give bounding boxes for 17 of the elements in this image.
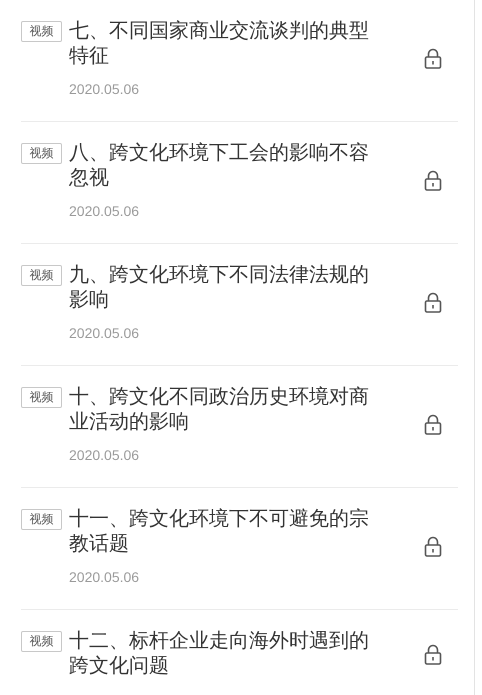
- lesson-date: 2020.05.06: [69, 81, 140, 98]
- video-tag: 视频: [21, 265, 62, 286]
- lesson-title[interactable]: 十二、标杆企业走向海外时遇到的跨文化问题: [69, 629, 375, 679]
- lesson-date: 2020.05.06: [69, 203, 140, 220]
- lesson-title[interactable]: 八、跨文化环境下工会的影响不容忽视: [69, 141, 375, 191]
- video-tag: 视频: [21, 21, 62, 42]
- lesson-title[interactable]: 九、跨文化环境下不同法律法规的影响: [69, 263, 375, 313]
- lesson-title[interactable]: 十、跨文化不同政治历史环境对商业活动的影响: [69, 385, 375, 435]
- lesson-title[interactable]: 七、不同国家商业交流谈判的典型特征: [69, 19, 375, 69]
- lesson-title[interactable]: 十一、跨文化环境下不可避免的宗教话题: [69, 507, 375, 557]
- lesson-date: 2020.05.06: [69, 325, 140, 342]
- video-tag: 视频: [21, 631, 62, 652]
- video-tag: 视频: [21, 143, 62, 164]
- video-tag: 视频: [21, 509, 62, 530]
- video-tag: 视频: [21, 387, 62, 408]
- lesson-date: 2020.05.06: [69, 447, 140, 464]
- lesson-date: 2020.05.06: [69, 569, 140, 586]
